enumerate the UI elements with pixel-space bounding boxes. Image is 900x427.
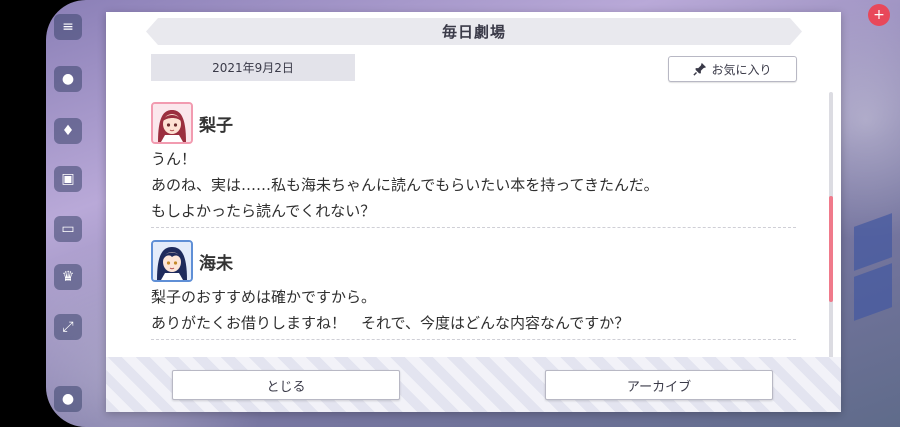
expand-icon[interactable]: ⤢ — [54, 314, 82, 340]
trophy-icon[interactable]: ♛ — [54, 264, 82, 290]
side-tile[interactable] — [854, 213, 892, 271]
present-icon[interactable]: ♦ — [54, 118, 82, 144]
message-header: 梨子 — [151, 100, 796, 146]
speaker-name: 梨子 — [199, 115, 233, 136]
message-line: あのね、実は……私も海未ちゃんに読んでもらいたい本を持ってきたんだ。 — [151, 176, 659, 194]
conversation-log[interactable]: 梨子 うん！ あのね、実は……私も海未ちゃんに読んでもらいたい本を持ってきたんだ… — [151, 100, 796, 368]
plus-badge-icon[interactable]: + — [868, 4, 890, 26]
umi-portrait-icon — [153, 242, 191, 280]
message-line: 梨子のおすすめは確かですから。 — [151, 288, 377, 306]
gift-icon[interactable]: ▣ — [54, 166, 82, 192]
close-button[interactable]: とじる — [172, 370, 400, 400]
riko-portrait-icon — [153, 104, 191, 142]
dialog-footer: とじる アーカイブ — [106, 357, 841, 412]
message-line: ありがたくお借りしますね！ それで、今度はどんな内容なんですか？ — [151, 314, 630, 332]
message-line: うん！ — [151, 150, 197, 168]
riko-avatar — [151, 102, 193, 144]
message-divider — [151, 339, 796, 340]
dialog-title: 毎日劇場 — [441, 23, 506, 41]
message-entry: 海未 梨子のおすすめは確かですから。 ありがたくお借りしますね！ それで、今度は… — [151, 238, 796, 340]
archive-button[interactable]: アーカイブ — [545, 370, 773, 400]
title-bar: 毎日劇場 — [146, 18, 802, 45]
message-line: もしよかったら読んでくれない？ — [151, 202, 376, 220]
side-menu: ≡ ● ♦ ▣ ▭ ♛ ⤢ ● — [46, 0, 106, 427]
side-tile[interactable] — [854, 263, 892, 321]
message-entry: 梨子 うん！ あのね、実は……私も海未ちゃんに読んでもらいたい本を持ってきたんだ… — [151, 100, 796, 228]
speaker-name: 海未 — [199, 253, 233, 274]
daily-theater-dialog: 毎日劇場 2021年9月2日 お気に入り 梨子 うん！ あのね、実は……私も海未… — [106, 12, 841, 412]
screen-icon[interactable]: ▭ — [54, 216, 82, 242]
message-header: 海未 — [151, 238, 796, 284]
date-label: 2021年9月2日 — [151, 54, 355, 81]
scrollbar-thumb[interactable] — [829, 196, 833, 302]
umi-avatar — [151, 240, 193, 282]
scrollbar[interactable] — [829, 92, 833, 366]
favorite-label: お気に入り — [711, 62, 772, 77]
pin-icon — [693, 62, 707, 76]
user-icon[interactable]: ● — [54, 386, 82, 412]
right-decoration: + — [840, 0, 900, 427]
chat-icon[interactable]: ● — [54, 66, 82, 92]
message-divider — [151, 227, 796, 228]
menu-icon[interactable]: ≡ — [54, 14, 82, 40]
favorite-button[interactable]: お気に入り — [668, 56, 797, 82]
